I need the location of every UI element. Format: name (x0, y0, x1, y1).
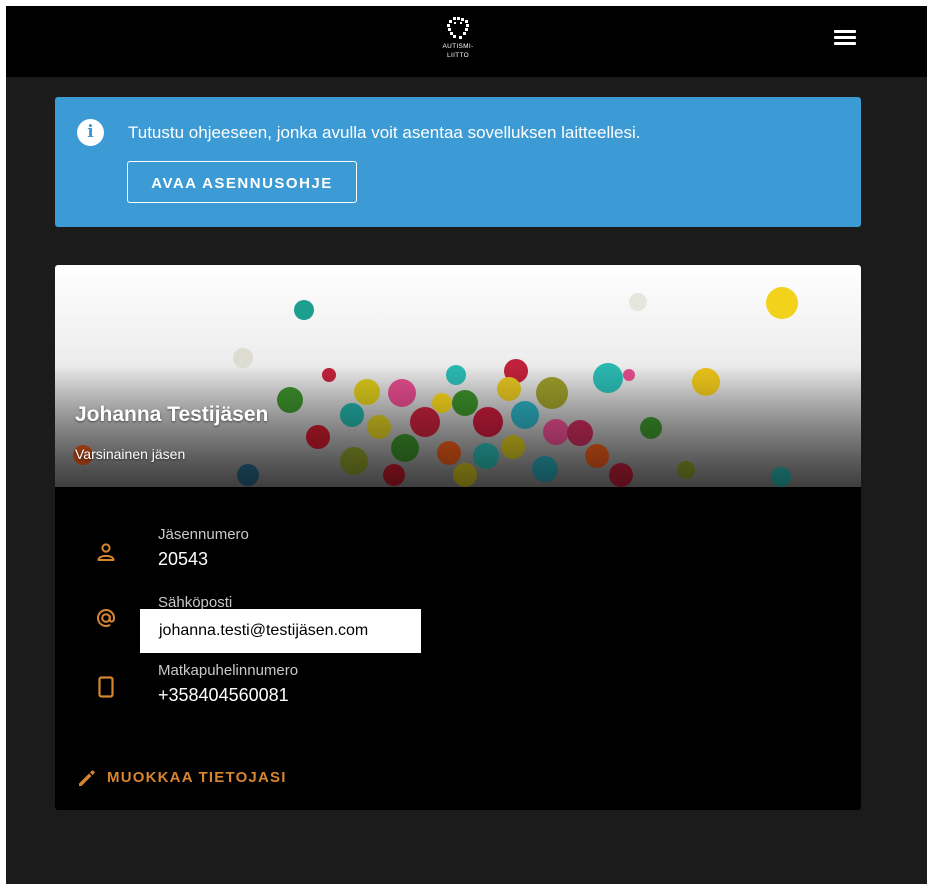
member-card-hero-image: Johanna Testijäsen Varsinainen jäsen (55, 265, 861, 487)
member-card: Johanna Testijäsen Varsinainen jäsen Jäs… (55, 265, 861, 810)
app-container: AUTISMI- LIITTO i Tutustu ohjeeseen, jon… (6, 6, 927, 884)
at-sign-icon (97, 609, 116, 627)
phone-value: +358404560081 (158, 685, 289, 705)
membership-type: Varsinainen jäsen (75, 446, 186, 462)
info-icon: i (77, 119, 104, 146)
edit-details-label: MUOKKAA TIETOJASI (107, 769, 287, 786)
logo-text-line1: AUTISMI- (442, 43, 474, 50)
logo-mark-icon (447, 17, 469, 39)
banner-message: Tutustu ohjeeseen, jonka avulla voit ase… (128, 123, 641, 142)
email-value[interactable]: johanna.testi@testijäsen.com (140, 609, 421, 653)
member-number-label: Jäsennumero (158, 526, 249, 543)
menu-line (834, 42, 856, 45)
member-number-value: 20543 (158, 549, 209, 569)
menu-line (834, 30, 856, 33)
person-icon (97, 543, 115, 561)
menu-line (834, 36, 856, 39)
open-install-guide-button[interactable]: AVAA ASENNUSOHJE (127, 161, 357, 203)
pencil-icon (79, 770, 95, 786)
logo-text-line2: LIITTO (447, 52, 469, 59)
member-number-row: Jäsennumero 20543 (55, 525, 861, 575)
phone-row: Matkapuhelinnumero +358404560081 (55, 661, 861, 711)
hamburger-menu-icon[interactable] (834, 28, 860, 50)
install-info-banner: i Tutustu ohjeeseen, jonka avulla voit a… (55, 97, 861, 227)
phone-icon (98, 676, 114, 698)
member-name: Johanna Testijäsen (75, 403, 269, 426)
phone-label: Matkapuhelinnumero (158, 662, 299, 679)
autismiliitto-logo[interactable]: AUTISMI- LIITTO (438, 17, 478, 65)
top-bar: AUTISMI- LIITTO (6, 6, 927, 77)
